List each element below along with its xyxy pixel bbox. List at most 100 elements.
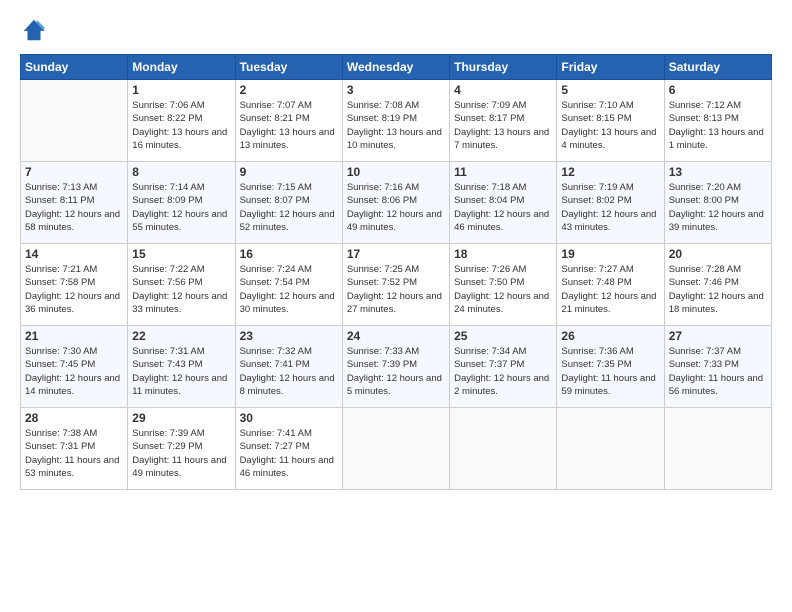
header xyxy=(20,16,772,44)
calendar-cell: 18Sunrise: 7:26 AMSunset: 7:50 PMDayligh… xyxy=(450,244,557,326)
header-sunday: Sunday xyxy=(21,55,128,80)
day-number: 11 xyxy=(454,165,552,179)
day-info: Sunrise: 7:13 AMSunset: 8:11 PMDaylight:… xyxy=(25,181,123,234)
day-info: Sunrise: 7:33 AMSunset: 7:39 PMDaylight:… xyxy=(347,345,445,398)
calendar-cell: 14 Sunrise: 7:21 AMSunset: 7:58 PMDayligh… xyxy=(21,244,128,326)
day-number: 19 xyxy=(561,247,659,261)
day-number: 25 xyxy=(454,329,552,343)
day-number: 21 xyxy=(25,329,123,343)
day-number: 6 xyxy=(669,83,767,97)
calendar-cell: 19 Sunrise: 7:27 AMSunset: 7:48 PMDayligh… xyxy=(557,244,664,326)
calendar-cell: 20 Sunrise: 7:28 AMSunset: 7:46 PMDayligh… xyxy=(664,244,771,326)
calendar-table: SundayMondayTuesdayWednesdayThursdayFrid… xyxy=(20,54,772,490)
calendar-cell: 2Sunrise: 7:07 AMSunset: 8:21 PMDaylight… xyxy=(235,80,342,162)
day-number: 3 xyxy=(347,83,445,97)
calendar-cell: 27 Sunrise: 7:37 AMSunset: 7:33 PMDayligh… xyxy=(664,326,771,408)
day-info: Sunrise: 7:09 AMSunset: 8:17 PMDaylight:… xyxy=(454,99,552,152)
calendar-cell: 13Sunrise: 7:20 AMSunset: 8:00 PMDayligh… xyxy=(664,162,771,244)
calendar-cell: 16 Sunrise: 7:24 AMSunset: 7:54 PMDayligh… xyxy=(235,244,342,326)
logo-icon xyxy=(20,16,48,44)
day-number: 10 xyxy=(347,165,445,179)
week-row-2: 14 Sunrise: 7:21 AMSunset: 7:58 PMDayligh… xyxy=(21,244,772,326)
day-info: Sunrise: 7:25 AMSunset: 7:52 PMDaylight:… xyxy=(347,263,445,316)
day-info: Sunrise: 7:36 AMSunset: 7:35 PMDaylight:… xyxy=(561,345,659,398)
day-info: Sunrise: 7:06 AMSunset: 8:22 PMDaylight:… xyxy=(132,99,230,152)
day-info: Sunrise: 7:26 AMSunset: 7:50 PMDaylight:… xyxy=(454,263,552,316)
header-thursday: Thursday xyxy=(450,55,557,80)
calendar-cell: 25 Sunrise: 7:34 AMSunset: 7:37 PMDayligh… xyxy=(450,326,557,408)
calendar-cell: 6 Sunrise: 7:12 AMSunset: 8:13 PMDaylight… xyxy=(664,80,771,162)
calendar-cell xyxy=(342,408,449,490)
calendar-cell: 5 Sunrise: 7:10 AMSunset: 8:15 PMDaylight… xyxy=(557,80,664,162)
day-number: 27 xyxy=(669,329,767,343)
day-info: Sunrise: 7:12 AMSunset: 8:13 PMDaylight:… xyxy=(669,99,767,152)
day-number: 12 xyxy=(561,165,659,179)
calendar-cell: 3Sunrise: 7:08 AMSunset: 8:19 PMDaylight… xyxy=(342,80,449,162)
week-row-3: 21 Sunrise: 7:30 AMSunset: 7:45 PMDayligh… xyxy=(21,326,772,408)
day-info: Sunrise: 7:14 AMSunset: 8:09 PMDaylight:… xyxy=(132,181,230,234)
calendar-cell xyxy=(557,408,664,490)
page: SundayMondayTuesdayWednesdayThursdayFrid… xyxy=(0,0,792,612)
day-info: Sunrise: 7:19 AMSunset: 8:02 PMDaylight:… xyxy=(561,181,659,234)
calendar-cell: 23 Sunrise: 7:32 AMSunset: 7:41 PMDayligh… xyxy=(235,326,342,408)
calendar-cell: 7Sunrise: 7:13 AMSunset: 8:11 PMDaylight… xyxy=(21,162,128,244)
day-number: 23 xyxy=(240,329,338,343)
calendar-cell: 30Sunrise: 7:41 AMSunset: 7:27 PMDayligh… xyxy=(235,408,342,490)
day-number: 26 xyxy=(561,329,659,343)
calendar-cell: 29 Sunrise: 7:39 AMSunset: 7:29 PMDayligh… xyxy=(128,408,235,490)
calendar-cell: 4 Sunrise: 7:09 AMSunset: 8:17 PMDaylight… xyxy=(450,80,557,162)
calendar-cell: 11 Sunrise: 7:18 AMSunset: 8:04 PMDayligh… xyxy=(450,162,557,244)
day-number: 5 xyxy=(561,83,659,97)
day-number: 17 xyxy=(347,247,445,261)
calendar-cell: 24 Sunrise: 7:33 AMSunset: 7:39 PMDayligh… xyxy=(342,326,449,408)
day-info: Sunrise: 7:28 AMSunset: 7:46 PMDaylight:… xyxy=(669,263,767,316)
day-info: Sunrise: 7:24 AMSunset: 7:54 PMDaylight:… xyxy=(240,263,338,316)
calendar-cell: 9 Sunrise: 7:15 AMSunset: 8:07 PMDaylight… xyxy=(235,162,342,244)
day-number: 28 xyxy=(25,411,123,425)
day-info: Sunrise: 7:15 AMSunset: 8:07 PMDaylight:… xyxy=(240,181,338,234)
day-info: Sunrise: 7:37 AMSunset: 7:33 PMDaylight:… xyxy=(669,345,767,398)
logo xyxy=(20,16,52,44)
week-row-0: 1 Sunrise: 7:06 AMSunset: 8:22 PMDaylight… xyxy=(21,80,772,162)
day-info: Sunrise: 7:27 AMSunset: 7:48 PMDaylight:… xyxy=(561,263,659,316)
header-saturday: Saturday xyxy=(664,55,771,80)
header-tuesday: Tuesday xyxy=(235,55,342,80)
day-number: 29 xyxy=(132,411,230,425)
calendar-cell: 21 Sunrise: 7:30 AMSunset: 7:45 PMDayligh… xyxy=(21,326,128,408)
calendar-cell: 1 Sunrise: 7:06 AMSunset: 8:22 PMDaylight… xyxy=(128,80,235,162)
day-info: Sunrise: 7:20 AMSunset: 8:00 PMDaylight:… xyxy=(669,181,767,234)
day-info: Sunrise: 7:30 AMSunset: 7:45 PMDaylight:… xyxy=(25,345,123,398)
day-info: Sunrise: 7:16 AMSunset: 8:06 PMDaylight:… xyxy=(347,181,445,234)
day-info: Sunrise: 7:39 AMSunset: 7:29 PMDaylight:… xyxy=(132,427,230,480)
week-row-4: 28 Sunrise: 7:38 AMSunset: 7:31 PMDayligh… xyxy=(21,408,772,490)
header-friday: Friday xyxy=(557,55,664,80)
calendar-cell xyxy=(21,80,128,162)
day-info: Sunrise: 7:07 AMSunset: 8:21 PMDaylight:… xyxy=(240,99,338,152)
day-info: Sunrise: 7:32 AMSunset: 7:41 PMDaylight:… xyxy=(240,345,338,398)
calendar-cell xyxy=(450,408,557,490)
day-number: 16 xyxy=(240,247,338,261)
day-number: 22 xyxy=(132,329,230,343)
header-wednesday: Wednesday xyxy=(342,55,449,80)
calendar-cell: 12 Sunrise: 7:19 AMSunset: 8:02 PMDayligh… xyxy=(557,162,664,244)
calendar-cell: 22Sunrise: 7:31 AMSunset: 7:43 PMDayligh… xyxy=(128,326,235,408)
day-info: Sunrise: 7:21 AMSunset: 7:58 PMDaylight:… xyxy=(25,263,123,316)
day-number: 14 xyxy=(25,247,123,261)
calendar-cell: 26 Sunrise: 7:36 AMSunset: 7:35 PMDayligh… xyxy=(557,326,664,408)
calendar-cell: 15Sunrise: 7:22 AMSunset: 7:56 PMDayligh… xyxy=(128,244,235,326)
week-row-1: 7Sunrise: 7:13 AMSunset: 8:11 PMDaylight… xyxy=(21,162,772,244)
day-info: Sunrise: 7:10 AMSunset: 8:15 PMDaylight:… xyxy=(561,99,659,152)
day-number: 9 xyxy=(240,165,338,179)
day-number: 20 xyxy=(669,247,767,261)
day-info: Sunrise: 7:38 AMSunset: 7:31 PMDaylight:… xyxy=(25,427,123,480)
day-info: Sunrise: 7:34 AMSunset: 7:37 PMDaylight:… xyxy=(454,345,552,398)
day-number: 30 xyxy=(240,411,338,425)
day-info: Sunrise: 7:18 AMSunset: 8:04 PMDaylight:… xyxy=(454,181,552,234)
day-number: 4 xyxy=(454,83,552,97)
day-number: 1 xyxy=(132,83,230,97)
calendar-cell: 8 Sunrise: 7:14 AMSunset: 8:09 PMDaylight… xyxy=(128,162,235,244)
day-number: 8 xyxy=(132,165,230,179)
calendar-cell xyxy=(664,408,771,490)
day-number: 15 xyxy=(132,247,230,261)
day-number: 24 xyxy=(347,329,445,343)
